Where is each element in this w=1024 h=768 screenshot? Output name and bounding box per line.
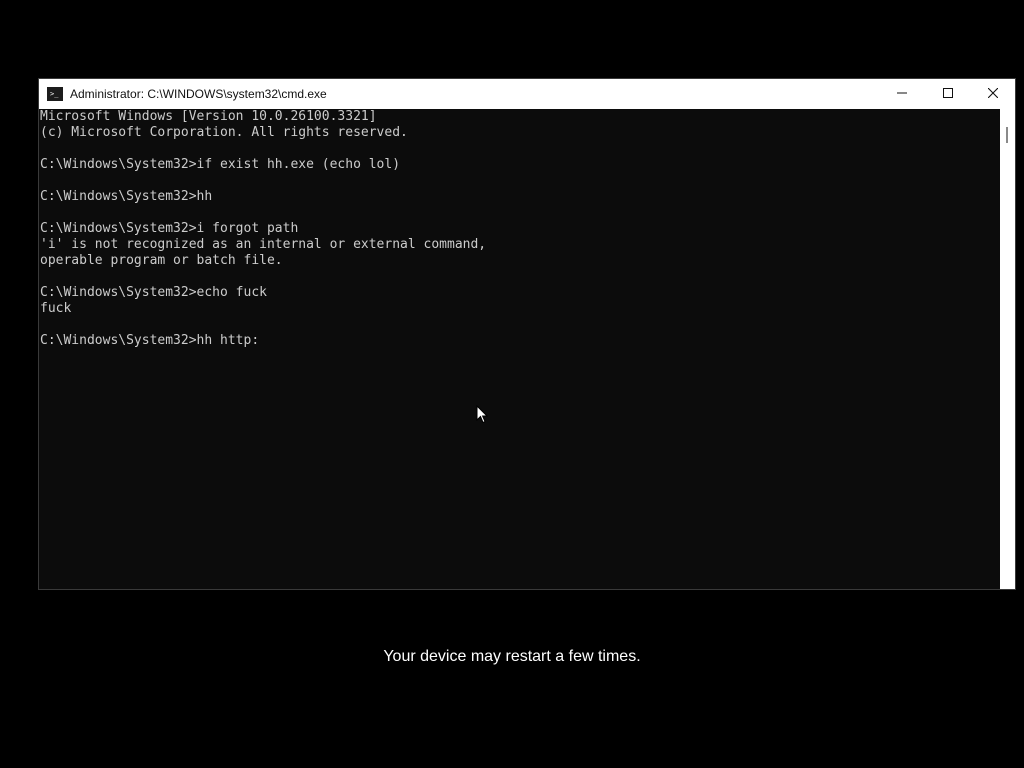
window-title: Administrator: C:\WINDOWS\system32\cmd.e…: [70, 87, 327, 101]
maximize-icon: [943, 88, 953, 98]
console-prompt-line[interactable]: C:\Windows\System32>hh http:: [39, 333, 999, 349]
setup-screen: >_ Administrator: C:\WINDOWS\system32\cm…: [0, 0, 1024, 768]
title-bar[interactable]: >_ Administrator: C:\WINDOWS\system32\cm…: [39, 79, 1015, 109]
console-line: C:\Windows\System32>echo fuck: [40, 285, 267, 300]
restart-message: Your device may restart a few times.: [383, 648, 641, 665]
minimize-icon: [897, 92, 907, 94]
maximize-button[interactable]: [925, 79, 971, 109]
console-line: C:\Windows\System32>i forgot path: [40, 221, 299, 236]
cmd-icon: >_: [47, 87, 63, 101]
close-button[interactable]: [970, 79, 1016, 109]
vertical-scrollbar[interactable]: [1000, 109, 1015, 589]
console-output[interactable]: Microsoft Windows [Version 10.0.26100.33…: [39, 109, 999, 589]
minimize-button[interactable]: [879, 79, 925, 109]
console-line: C:\Windows\System32>if exist hh.exe (ech…: [40, 157, 401, 172]
console-line: C:\Windows\System32>hh: [40, 189, 213, 204]
console-line: fuck: [40, 301, 72, 316]
console-line: 'i' is not recognized as an internal or …: [40, 237, 487, 252]
console-line: (c) Microsoft Corporation. All rights re…: [40, 125, 408, 140]
cmd-window[interactable]: >_ Administrator: C:\WINDOWS\system32\cm…: [38, 78, 1016, 590]
close-icon: [988, 88, 998, 98]
mouse-pointer-icon: [476, 405, 488, 424]
console-line: Microsoft Windows [Version 10.0.26100.33…: [40, 109, 377, 124]
scrollbar-thumb[interactable]: [1006, 127, 1008, 143]
console-line: operable program or batch file.: [40, 253, 283, 268]
